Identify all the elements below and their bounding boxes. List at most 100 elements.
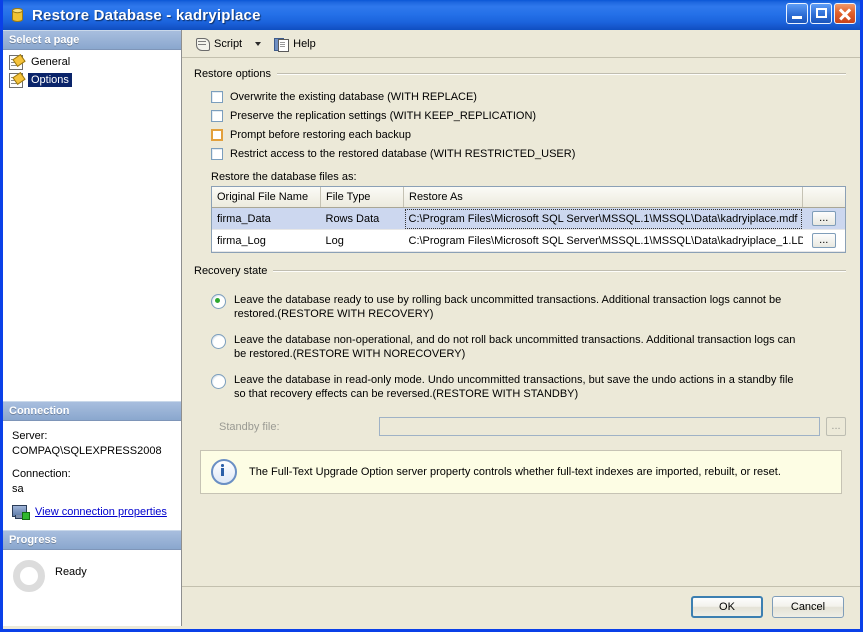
script-dropdown-chevron-down-icon[interactable]: [255, 41, 262, 46]
restore-options-title: Restore options: [194, 68, 272, 80]
restore-options-body: Overwrite the existing database (WITH RE…: [194, 80, 846, 253]
options-page: Restore options Overwrite the existing d…: [182, 58, 860, 586]
checkbox-label: Prompt before restoring each backup: [230, 128, 411, 141]
group-divider: [277, 73, 846, 75]
column-header-restore-as[interactable]: Restore As: [403, 187, 803, 208]
radio-restore-with-recovery[interactable]: Leave the database ready to use by rolli…: [211, 293, 846, 321]
view-connection-properties-link[interactable]: View connection properties: [12, 505, 172, 520]
progress-panel: Ready: [3, 550, 181, 592]
checkbox-label: Preserve the replication settings (WITH …: [230, 109, 537, 122]
progress-status: Ready: [55, 566, 87, 578]
cell-original-file-name: firma_Log: [212, 229, 321, 252]
title-bar[interactable]: Restore Database - kadryiplace: [3, 0, 860, 30]
browse-button[interactable]: ...: [811, 211, 836, 226]
window-title: Restore Database - kadryiplace: [32, 6, 261, 24]
radio-icon[interactable]: [211, 294, 226, 309]
info-message: The Full-Text Upgrade Option server prop…: [249, 466, 781, 478]
recovery-state-group: Recovery state Leave the database ready …: [194, 265, 846, 436]
checkbox-icon[interactable]: [211, 109, 223, 122]
radio-restore-with-norecovery[interactable]: Leave the database non-operational, and …: [211, 333, 846, 361]
radio-icon[interactable]: [211, 374, 226, 389]
restore-files-as-label: Restore the database files as:: [211, 171, 357, 183]
progress-spinner-icon: [13, 560, 45, 592]
standby-file-input[interactable]: [379, 417, 820, 436]
close-button[interactable]: [834, 3, 856, 24]
cell-original-file-name: firma_Data: [212, 207, 321, 230]
dialog-body: Select a page General Options Connection: [3, 30, 860, 626]
restore-options-group: Restore options Overwrite the existing d…: [194, 68, 846, 253]
content-pane: Script Help Restore options Overwrite th…: [182, 30, 860, 626]
sidebar: Select a page General Options Connection: [3, 30, 182, 626]
cell-restore-as[interactable]: C:\Program Files\Microsoft SQL Server\MS…: [403, 207, 803, 230]
cell-file-type: Rows Data: [320, 207, 404, 230]
standby-file-row: Standby file: ...: [219, 417, 846, 436]
view-connection-properties-label: View connection properties: [35, 506, 167, 518]
table-row[interactable]: firma_Data Rows Data C:\Program Files\Mi…: [212, 207, 845, 230]
restore-options-group-header: Restore options: [194, 68, 846, 80]
radio-icon[interactable]: [211, 334, 226, 349]
column-header-file-type[interactable]: File Type: [320, 187, 404, 208]
recovery-state-body: Leave the database ready to use by rolli…: [194, 277, 846, 436]
cell-browse: ...: [802, 229, 845, 252]
browse-button[interactable]: ...: [811, 233, 836, 248]
checkbox-label: Overwrite the existing database (WITH RE…: [230, 90, 477, 103]
restore-files-grid[interactable]: Original File Name File Type Restore As …: [211, 186, 846, 253]
checkbox-prompt-before-restoring[interactable]: Prompt before restoring each backup: [211, 125, 846, 144]
connection-panel: Server: COMPAQ\SQLEXPRESS2008 Connection…: [3, 421, 181, 530]
column-header-browse[interactable]: [802, 187, 845, 208]
checkbox-label: Restrict access to the restored database…: [230, 147, 576, 160]
group-divider: [273, 270, 846, 272]
help-button[interactable]: Help: [269, 33, 321, 54]
sidebar-bottom-spacer: [3, 592, 181, 626]
progress-header: Progress: [3, 530, 181, 550]
recovery-state-title: Recovery state: [194, 265, 268, 277]
sidebar-item-label: General: [31, 56, 71, 68]
server-connection-icon: [12, 505, 30, 520]
checkbox-restrict-access[interactable]: Restrict access to the restored database…: [211, 144, 846, 163]
checkbox-preserve-replication-settings[interactable]: Preserve the replication settings (WITH …: [211, 106, 846, 125]
sidebar-item-label: Options: [28, 73, 72, 87]
standby-browse-button[interactable]: ...: [826, 417, 846, 436]
maximize-button[interactable]: [810, 3, 832, 24]
info-icon: [211, 459, 237, 485]
cell-browse: ...: [802, 207, 845, 230]
checkbox-overwrite-existing-database[interactable]: Overwrite the existing database (WITH RE…: [211, 87, 846, 106]
dialog-footer: OK Cancel: [182, 586, 860, 626]
page-options-icon: [9, 71, 26, 88]
recovery-state-group-header: Recovery state: [194, 265, 846, 277]
checkbox-icon[interactable]: [211, 90, 223, 103]
restore-database-dialog: Restore Database - kadryiplace Select a …: [0, 0, 863, 632]
cell-restore-as[interactable]: C:\Program Files\Microsoft SQL Server\MS…: [403, 229, 803, 252]
cancel-button[interactable]: Cancel: [772, 595, 844, 618]
connection-header: Connection: [3, 401, 181, 421]
server-value: COMPAQ\SQLEXPRESS2008: [12, 445, 162, 457]
ok-button[interactable]: OK: [691, 595, 763, 618]
checkbox-icon[interactable]: [211, 128, 223, 141]
sidebar-item-options[interactable]: Options: [9, 71, 181, 88]
connection-value: sa: [12, 483, 24, 495]
cell-file-type: Log: [320, 229, 404, 252]
script-label: Script: [214, 37, 243, 50]
script-icon: [195, 37, 210, 51]
sidebar-item-general[interactable]: General: [9, 53, 181, 70]
window-controls: [786, 3, 856, 24]
radio-restore-with-standby[interactable]: Leave the database in read-only mode. Un…: [211, 373, 846, 401]
checkbox-icon[interactable]: [211, 147, 223, 160]
page-general-icon: [9, 53, 26, 70]
database-cylinder-icon: [9, 7, 26, 24]
table-row[interactable]: firma_Log Log C:\Program Files\Microsoft…: [212, 229, 845, 252]
connection-label: Connection:: [12, 468, 71, 480]
radio-label: Leave the database ready to use by rolli…: [234, 294, 782, 320]
radio-label: Leave the database in read-only mode. Un…: [234, 374, 794, 400]
standby-file-label: Standby file:: [219, 420, 280, 433]
help-icon: [274, 37, 290, 52]
minimize-button[interactable]: [786, 3, 808, 24]
grid-header-row: Original File Name File Type Restore As: [212, 187, 845, 208]
script-button[interactable]: Script: [190, 33, 247, 54]
radio-label: Leave the database non-operational, and …: [234, 334, 796, 360]
page-list: General Options: [3, 50, 181, 90]
toolbar: Script Help: [182, 30, 860, 58]
info-bar: The Full-Text Upgrade Option server prop…: [200, 450, 842, 494]
column-header-original-file-name[interactable]: Original File Name: [212, 187, 321, 208]
